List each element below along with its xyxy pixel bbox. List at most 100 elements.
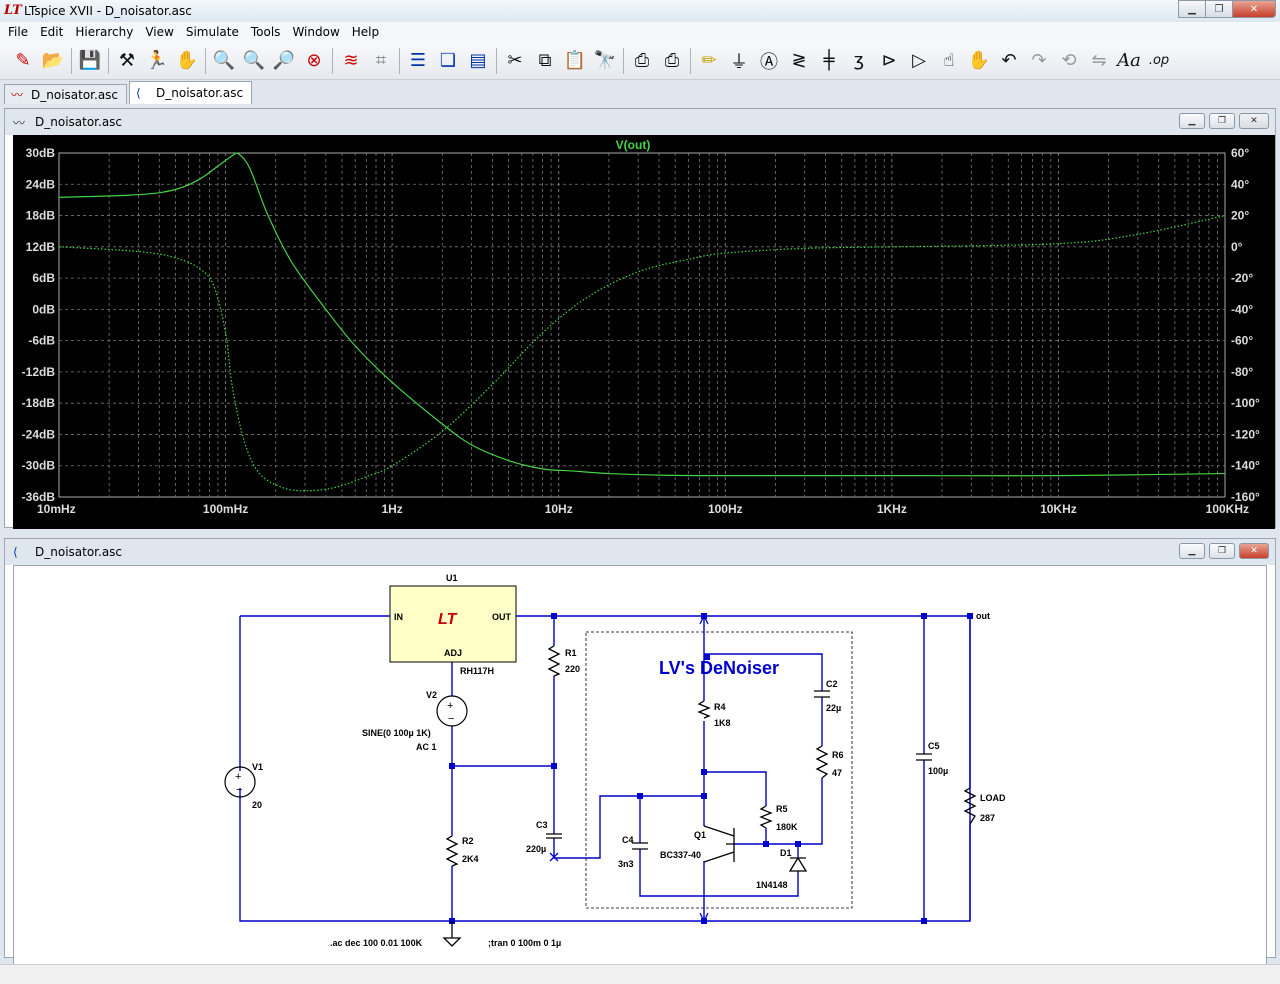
close-button[interactable]: ✕ (1239, 543, 1269, 559)
ltspice-icon: LT (4, 3, 22, 18)
new-schematic-icon[interactable]: ✎ (8, 46, 38, 76)
wire (553, 795, 704, 859)
diode-icon[interactable]: ⊳ (874, 46, 904, 76)
waveform-window-controls: ▁ ❐ ✕ (1175, 113, 1269, 129)
cut-icon[interactable]: ✂ (500, 46, 530, 76)
menu-window[interactable]: Window (286, 25, 345, 39)
y-right-tick-label: 60° (1231, 146, 1249, 160)
wire (239, 616, 971, 922)
close-button[interactable]: ✕ (1232, 0, 1276, 18)
zoom-in-icon[interactable]: 🔍 (209, 46, 239, 76)
draw-wire-icon[interactable]: ✏ (694, 46, 724, 76)
inductor-icon[interactable]: ʒ (844, 46, 874, 76)
move-icon[interactable]: ☝ (934, 46, 964, 76)
schematic-window: ⟨ D_noisator.asc ▁ ❐ ✕ IN OUT ADJ LT U1 … (4, 538, 1276, 973)
redo-icon[interactable]: ↷ (1024, 46, 1054, 76)
r2-symbol (445, 835, 459, 867)
print-setup-icon[interactable]: ⎙ (657, 46, 687, 76)
zoom-fit-icon[interactable]: ⊗ (299, 46, 329, 76)
minimize-button[interactable]: ▁ (1179, 543, 1205, 559)
menu-edit[interactable]: Edit (34, 25, 69, 39)
zoom-pan-icon[interactable]: 🔍 (239, 46, 269, 76)
minimize-button[interactable]: ▁ (1178, 0, 1206, 18)
c4-symbol (632, 842, 648, 850)
halt-icon[interactable]: ✋ (172, 46, 202, 76)
find-icon[interactable]: 🔭 (590, 46, 620, 76)
document-tabs: 〰 D_noisator.asc ⟨ D_noisator.asc (0, 80, 1280, 104)
close-button[interactable]: ✕ (1239, 113, 1269, 129)
schematic-window-icon: ⟨ (13, 545, 18, 559)
y-right-tick-label: 0° (1231, 240, 1243, 254)
schematic-window-title: D_noisator.asc (35, 545, 123, 559)
waveform-window: 〰 D_noisator.asc ▁ ❐ ✕ 30dB 24dB 18dB 12dB 6… (4, 108, 1276, 529)
menu-view[interactable]: View (139, 25, 179, 39)
copy-icon[interactable]: ⧉ (530, 46, 560, 76)
tab-label: D_noisator.asc (31, 87, 119, 102)
open-icon[interactable]: 📂 (38, 46, 68, 76)
maximize-button[interactable]: ❐ (1205, 0, 1233, 18)
toolbar-separator (108, 47, 109, 74)
restore-button[interactable]: ❐ (1209, 543, 1235, 559)
control-panel-icon[interactable]: ⚒ (112, 46, 142, 76)
tab-schematic[interactable]: ⟨ D_noisator.asc (129, 81, 253, 104)
print-icon[interactable]: ⎙ (627, 46, 657, 76)
label-icon[interactable]: Ⓐ (754, 46, 784, 76)
waveform-plot[interactable]: 30dB 24dB 18dB 12dB 6dB 0dB -6dB -12dB -18dB -24d… (13, 135, 1275, 529)
paste-icon[interactable]: 📋 (560, 46, 590, 76)
window-titlebar: LT LTspice XVII - D_noisator.asc ▁ ❐ ✕ (0, 0, 1280, 22)
toolbar-separator (690, 47, 691, 74)
r6-ref: R6 (832, 750, 844, 760)
y-right-tick-label: 20° (1231, 209, 1249, 223)
q1-model: BC337-40 (660, 850, 701, 860)
menu-file[interactable]: File (2, 25, 34, 39)
spice-directive-icon[interactable]: .op (1144, 46, 1174, 76)
window-title: LTspice XVII - D_noisator.asc (24, 4, 192, 18)
waveform-tab-icon: 〰 (11, 88, 24, 102)
undo-icon[interactable]: ↶ (994, 46, 1024, 76)
autorange-icon[interactable]: ≋ (336, 46, 366, 76)
y-left-tick-label: -24dB (22, 427, 56, 441)
menu-simulate[interactable]: Simulate (180, 25, 245, 39)
waveform-window-icon: 〰 (13, 115, 26, 130)
tile-vertical-icon[interactable]: ▤ (463, 46, 493, 76)
y-left-tick-label: 6dB (32, 271, 55, 285)
window-controls: ▁ ❐ ✕ (1178, 0, 1276, 18)
restore-button[interactable]: ❐ (1209, 113, 1235, 129)
tab-waveform[interactable]: 〰 D_noisator.asc (4, 84, 128, 104)
component-icon[interactable]: ▷ (904, 46, 934, 76)
schematic-canvas[interactable]: IN OUT ADJ LT U1 RH117H + − V1 20 + − V2… (13, 565, 1267, 973)
rotate-icon[interactable]: ⟲ (1054, 46, 1084, 76)
cascade-icon[interactable]: ❏ (433, 46, 463, 76)
x-tick-label: 100mHz (203, 502, 248, 516)
menu-tools[interactable]: Tools (245, 25, 287, 39)
x-tick-label: 10mHz (37, 502, 76, 516)
q1-symbol (703, 825, 735, 863)
save-icon[interactable]: 💾 (75, 46, 105, 76)
tile-horizontal-icon[interactable]: ☰ (403, 46, 433, 76)
magnitude-trace[interactable] (58, 152, 1226, 477)
drag-icon[interactable]: ✋ (964, 46, 994, 76)
y-right-tick-label: -140° (1231, 459, 1260, 473)
waveform-window-titlebar: 〰 D_noisator.asc ▁ ❐ ✕ (5, 109, 1275, 135)
x-tick-label: 100KHz (1206, 502, 1249, 516)
resistor-icon[interactable]: ≷ (784, 46, 814, 76)
schematic-svg: IN OUT ADJ LT U1 RH117H + − V1 20 + − V2… (224, 573, 1006, 948)
r1-symbol (547, 645, 561, 677)
zoom-out-icon[interactable]: 🔎 (269, 46, 299, 76)
phase-trace[interactable] (58, 214, 1226, 492)
delete-trace-icon[interactable]: ⌗ (366, 46, 396, 76)
mirror-icon[interactable]: ⇋ (1084, 46, 1114, 76)
menu-help[interactable]: Help (346, 25, 385, 39)
ground-icon[interactable]: ⏚ (724, 46, 754, 76)
c5-ref: C5 (928, 741, 940, 751)
menu-hierarchy[interactable]: Hierarchy (69, 25, 139, 39)
y-right-tick-label: 40° (1231, 177, 1249, 191)
capacitor-icon[interactable]: ╪ (814, 46, 844, 76)
run-icon[interactable]: 🏃 (142, 46, 172, 76)
minimize-button[interactable]: ▁ (1179, 113, 1205, 129)
c3-symbol (546, 833, 562, 839)
text-icon[interactable]: Aa (1114, 46, 1144, 76)
c4-ref: C4 (622, 835, 634, 845)
c4-value: 3n3 (618, 859, 634, 869)
r5-symbol (759, 805, 773, 829)
